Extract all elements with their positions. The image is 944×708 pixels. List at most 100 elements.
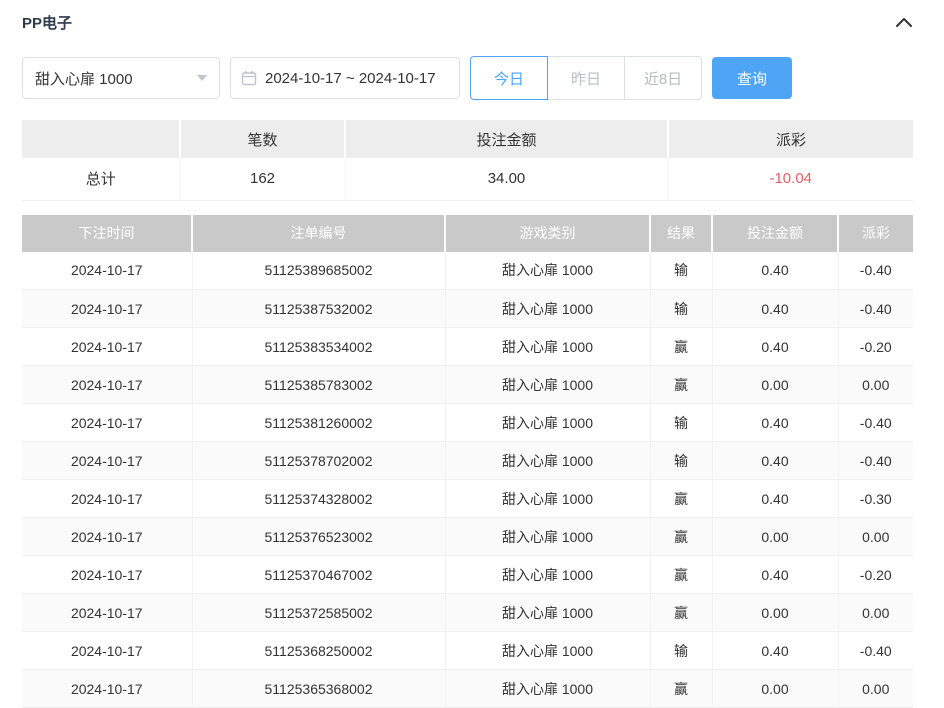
cell-bet-amount: 0.40 (712, 632, 838, 670)
cell-bet-time: 2024-10-17 (22, 480, 192, 518)
quick-button-yesterday[interactable]: 昨日 (547, 56, 625, 100)
cell-bet-time: 2024-10-17 (22, 594, 192, 632)
column-header-game-type: 游戏类别 (445, 215, 650, 252)
cell-bet-time: 2024-10-17 (22, 290, 192, 328)
filter-bar: 甜入心扉 1000 2024-10-17 ~ 2024-10-17 今日 昨日 … (22, 56, 913, 100)
cell-bet-amount: 0.40 (712, 480, 838, 518)
cell-order-id: 51125376523002 (192, 518, 445, 556)
cell-result: 赢 (650, 556, 712, 594)
cell-bet-amount: 0.40 (712, 328, 838, 366)
cell-order-id: 51125374328002 (192, 480, 445, 518)
date-range-value: 2024-10-17 ~ 2024-10-17 (265, 70, 436, 87)
table-row: 2024-10-1751125385783002甜入心扉 1000赢0.000.… (22, 366, 913, 404)
cell-bet-time: 2024-10-17 (22, 252, 192, 290)
summary-total-payout: -10.04 (668, 158, 913, 200)
caret-down-icon (197, 75, 207, 81)
quick-button-last8days[interactable]: 近8日 (624, 56, 702, 100)
cell-payout: -0.40 (838, 252, 913, 290)
cell-result: 赢 (650, 480, 712, 518)
cell-order-id: 51125389685002 (192, 252, 445, 290)
bet-table-body: 2024-10-1751125389685002甜入心扉 1000输0.40-0… (22, 252, 913, 708)
cell-payout: -0.20 (838, 328, 913, 366)
cell-bet-time: 2024-10-17 (22, 670, 192, 708)
summary-table: 笔数 投注金额 派彩 总计 162 34.00 -10.04 (22, 120, 913, 201)
cell-order-id: 51125381260002 (192, 404, 445, 442)
cell-order-id: 51125372585002 (192, 594, 445, 632)
summary-col-count: 笔数 (180, 120, 345, 158)
cell-bet-amount: 0.00 (712, 670, 838, 708)
cell-payout: -0.20 (838, 556, 913, 594)
cell-game-type: 甜入心扉 1000 (445, 670, 650, 708)
table-row: 2024-10-1751125374328002甜入心扉 1000赢0.40-0… (22, 480, 913, 518)
column-header-bet-time: 下注时间 (22, 215, 192, 252)
cell-payout: 0.00 (838, 518, 913, 556)
summary-total-count: 162 (180, 158, 345, 200)
chevron-up-icon (895, 16, 913, 28)
cell-game-type: 甜入心扉 1000 (445, 480, 650, 518)
cell-payout: -0.40 (838, 632, 913, 670)
table-row: 2024-10-1751125383534002甜入心扉 1000赢0.40-0… (22, 328, 913, 366)
column-header-result: 结果 (650, 215, 712, 252)
panel-header: PP电子 (22, 10, 913, 34)
cell-result: 赢 (650, 518, 712, 556)
summary-col-payout: 派彩 (668, 120, 913, 158)
page-title: PP电子 (22, 12, 72, 33)
table-row: 2024-10-1751125365368002甜入心扉 1000赢0.000.… (22, 670, 913, 708)
bet-table-header-row: 下注时间注单编号游戏类别结果投注金额派彩 (22, 215, 913, 252)
cell-game-type: 甜入心扉 1000 (445, 632, 650, 670)
cell-game-type: 甜入心扉 1000 (445, 404, 650, 442)
collapse-chevron-up-icon[interactable] (895, 16, 913, 28)
cell-result: 赢 (650, 670, 712, 708)
cell-payout: 0.00 (838, 670, 913, 708)
cell-payout: -0.40 (838, 290, 913, 328)
cell-result: 输 (650, 404, 712, 442)
cell-payout: 0.00 (838, 594, 913, 632)
date-range-input[interactable]: 2024-10-17 ~ 2024-10-17 (230, 57, 460, 99)
cell-bet-amount: 0.00 (712, 366, 838, 404)
cell-bet-amount: 0.40 (712, 404, 838, 442)
quick-date-button-group: 今日 昨日 近8日 (470, 56, 702, 100)
cell-order-id: 51125387532002 (192, 290, 445, 328)
query-button[interactable]: 查询 (712, 57, 792, 99)
bet-records-table: 下注时间注单编号游戏类别结果投注金额派彩 2024-10-17511253896… (22, 215, 913, 708)
game-select[interactable]: 甜入心扉 1000 (22, 57, 220, 99)
cell-game-type: 甜入心扉 1000 (445, 594, 650, 632)
cell-order-id: 51125365368002 (192, 670, 445, 708)
table-row: 2024-10-1751125381260002甜入心扉 1000输0.40-0… (22, 404, 913, 442)
column-header-payout: 派彩 (838, 215, 913, 252)
cell-result: 赢 (650, 366, 712, 404)
cell-game-type: 甜入心扉 1000 (445, 366, 650, 404)
summary-total-bet-amount: 34.00 (345, 158, 668, 200)
cell-bet-amount: 0.40 (712, 252, 838, 290)
table-row: 2024-10-1751125368250002甜入心扉 1000输0.40-0… (22, 632, 913, 670)
summary-total-label: 总计 (22, 158, 180, 200)
cell-payout: 0.00 (838, 366, 913, 404)
cell-order-id: 51125368250002 (192, 632, 445, 670)
cell-result: 输 (650, 442, 712, 480)
cell-result: 赢 (650, 594, 712, 632)
cell-bet-amount: 0.40 (712, 442, 838, 480)
cell-game-type: 甜入心扉 1000 (445, 290, 650, 328)
cell-game-type: 甜入心扉 1000 (445, 252, 650, 290)
cell-bet-time: 2024-10-17 (22, 328, 192, 366)
cell-bet-amount: 0.00 (712, 518, 838, 556)
summary-col-bet-amount: 投注金额 (345, 120, 668, 158)
summary-header-row: 笔数 投注金额 派彩 (22, 120, 913, 158)
table-row: 2024-10-1751125387532002甜入心扉 1000输0.40-0… (22, 290, 913, 328)
panel-pp-electronic: PP电子 甜入心扉 1000 2024-10-17 ~ 2024-10-17 今… (0, 0, 944, 708)
cell-order-id: 51125370467002 (192, 556, 445, 594)
cell-bet-time: 2024-10-17 (22, 442, 192, 480)
quick-button-today[interactable]: 今日 (470, 56, 548, 100)
cell-bet-amount: 0.40 (712, 556, 838, 594)
cell-game-type: 甜入心扉 1000 (445, 556, 650, 594)
cell-order-id: 51125378702002 (192, 442, 445, 480)
table-row: 2024-10-1751125376523002甜入心扉 1000赢0.000.… (22, 518, 913, 556)
cell-payout: -0.40 (838, 442, 913, 480)
table-row: 2024-10-1751125372585002甜入心扉 1000赢0.000.… (22, 594, 913, 632)
cell-payout: -0.40 (838, 404, 913, 442)
cell-payout: -0.30 (838, 480, 913, 518)
cell-result: 输 (650, 632, 712, 670)
cell-bet-amount: 0.40 (712, 290, 838, 328)
cell-result: 输 (650, 290, 712, 328)
cell-order-id: 51125383534002 (192, 328, 445, 366)
